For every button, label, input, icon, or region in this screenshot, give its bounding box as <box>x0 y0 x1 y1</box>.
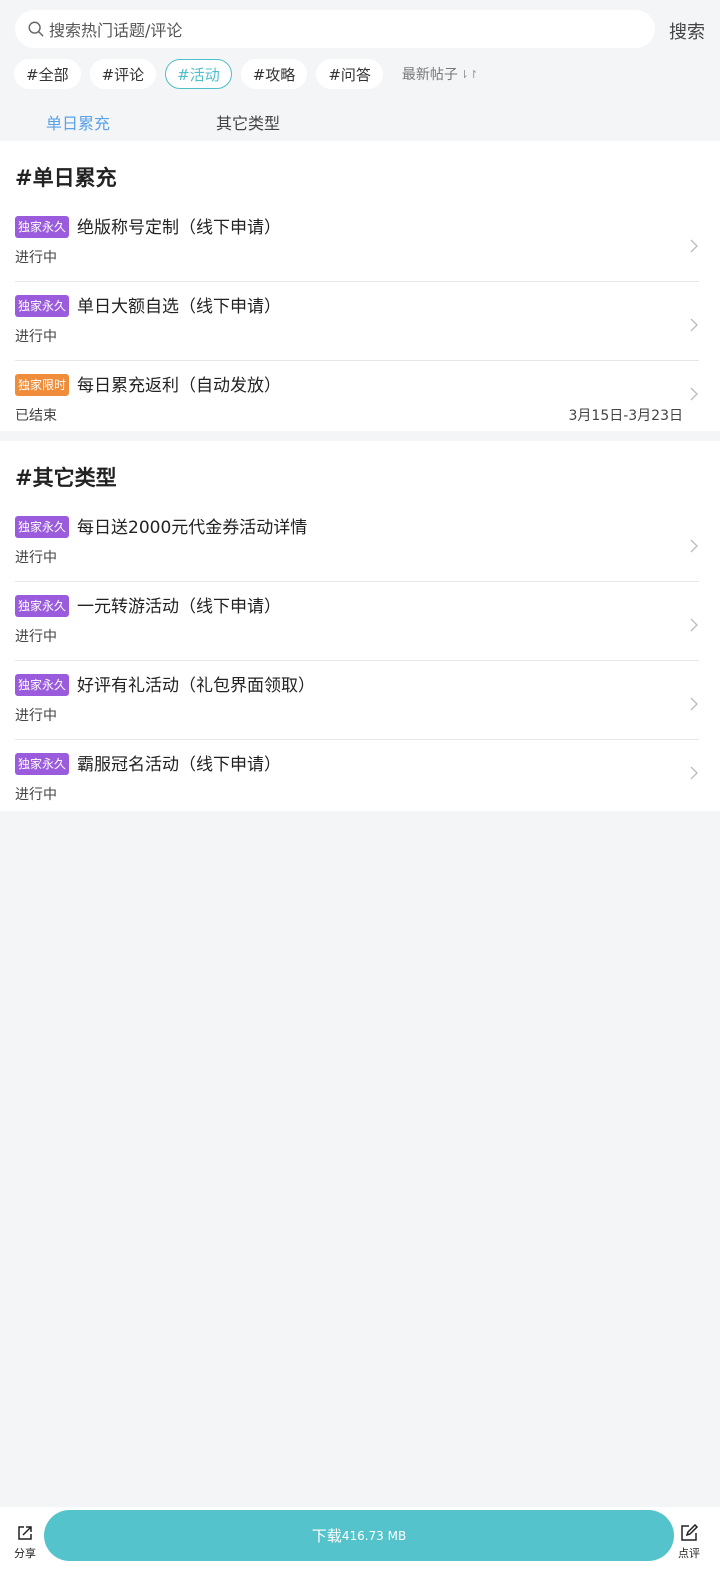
item-status: 已结束 <box>15 408 57 424</box>
chip-guides[interactable]: #攻略 <box>240 59 308 89</box>
item-title: 每日送2000元代金券活动详情 <box>77 518 308 538</box>
section-tabs: 单日累充 其它类型 <box>0 110 720 134</box>
chevron-right-icon <box>690 239 698 253</box>
sort-label: 最新帖子 <box>401 67 458 83</box>
list-item[interactable]: 独家永久 每日送2000元代金券活动详情 进行中 <box>15 503 699 582</box>
search-input[interactable]: 搜索热门话题/评论 <box>15 10 655 48</box>
item-status: 进行中 <box>15 629 57 645</box>
item-status: 进行中 <box>15 329 57 345</box>
search-icon <box>28 21 44 37</box>
share-button[interactable]: 分享 <box>14 1523 36 1561</box>
chevron-right-icon <box>690 539 698 553</box>
item-status: 进行中 <box>15 708 57 724</box>
chevron-right-icon <box>690 618 698 632</box>
sort-dropdown[interactable]: 最新帖子 ⇂↾ <box>402 64 478 84</box>
section-other-types: #其它类型 独家永久 每日送2000元代金券活动详情 进行中 独家永久 一元转游… <box>0 441 720 811</box>
section-title: #单日累充 <box>15 166 117 190</box>
item-title: 好评有礼活动（礼包界面领取） <box>77 676 315 696</box>
item-title: 一元转游活动（线下申请） <box>77 597 281 617</box>
section-daily-recharge: #单日累充 独家永久 绝版称号定制（线下申请） 进行中 独家永久 单日大额自选（… <box>0 141 720 431</box>
filter-chips: #全部 #评论 #活动 #攻略 #问答 最新帖子 ⇂↾ <box>14 59 478 89</box>
chevron-right-icon <box>690 766 698 780</box>
download-label: 下载 <box>311 1527 342 1545</box>
edit-icon <box>681 1523 699 1541</box>
chip-comments[interactable]: #评论 <box>89 59 157 89</box>
list-item[interactable]: 独家永久 一元转游活动（线下申请） 进行中 <box>15 582 699 661</box>
item-title: 单日大额自选（线下申请） <box>77 297 281 317</box>
tab-other-types[interactable]: 其它类型 <box>216 110 280 134</box>
search-placeholder: 搜索热门话题/评论 <box>49 21 183 40</box>
download-button[interactable]: 下载 416.73 MB <box>44 1510 674 1561</box>
chevron-right-icon <box>690 318 698 332</box>
badge: 独家永久 <box>15 216 70 238</box>
badge: 独家永久 <box>15 753 70 775</box>
chevron-right-icon <box>690 697 698 711</box>
list-item[interactable]: 独家永久 绝版称号定制（线下申请） 进行中 <box>15 203 699 282</box>
download-size: 416.73 MB <box>341 1528 407 1543</box>
item-title: 每日累充返利（自动发放） <box>77 376 281 396</box>
list-item[interactable]: 独家永久 单日大额自选（线下申请） 进行中 <box>15 282 699 361</box>
tab-daily-recharge[interactable]: 单日累充 <box>46 110 110 134</box>
share-icon <box>18 1526 32 1540</box>
chip-qa[interactable]: #问答 <box>316 59 383 89</box>
badge: 独家永久 <box>15 674 70 696</box>
chip-all[interactable]: #全部 <box>14 59 81 89</box>
badge: 独家永久 <box>15 595 70 617</box>
item-title: 霸服冠名活动（线下申请） <box>77 755 281 775</box>
search-row: 搜索热门话题/评论 搜索 <box>15 10 705 48</box>
review-button[interactable]: 点评 <box>678 1523 700 1561</box>
bottom-bar: 分享 下载 416.73 MB 点评 <box>0 1507 720 1573</box>
item-status: 进行中 <box>15 250 57 266</box>
list-item[interactable]: 独家永久 霸服冠名活动（线下申请） 进行中 <box>15 740 699 819</box>
item-date: 3月15日-3月23日 <box>568 408 684 424</box>
badge: 独家永久 <box>15 295 70 317</box>
item-status: 进行中 <box>15 550 57 566</box>
chevron-right-icon <box>690 387 698 401</box>
badge: 独家限时 <box>15 374 70 396</box>
list-item[interactable]: 独家限时 每日累充返利（自动发放） 已结束 3月15日-3月23日 <box>15 361 699 440</box>
share-label: 分享 <box>14 1547 36 1560</box>
chip-events[interactable]: #活动 <box>165 59 232 89</box>
review-label: 点评 <box>678 1547 700 1560</box>
item-title: 绝版称号定制（线下申请） <box>77 218 281 238</box>
item-status: 进行中 <box>15 787 57 803</box>
sort-icon: ⇂↾ <box>459 67 479 81</box>
list-item[interactable]: 独家永久 好评有礼活动（礼包界面领取） 进行中 <box>15 661 699 740</box>
search-button[interactable]: 搜索 <box>669 18 705 44</box>
section-title: #其它类型 <box>15 466 117 490</box>
badge: 独家永久 <box>15 516 70 538</box>
